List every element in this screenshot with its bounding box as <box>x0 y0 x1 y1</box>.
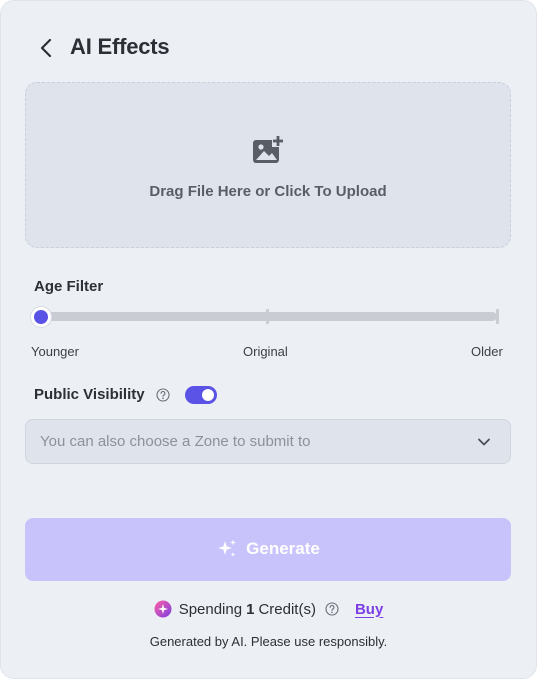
zone-select[interactable]: You can also choose a Zone to submit to <box>25 419 511 464</box>
tick-label-younger: Younger <box>31 344 79 359</box>
buy-link[interactable]: Buy <box>355 601 383 618</box>
tick-label-older: Older <box>471 344 503 359</box>
tick-label-original: Original <box>243 344 288 359</box>
slider-tick-older <box>496 309 499 324</box>
credit-coin-icon <box>154 600 172 618</box>
page-title: AI Effects <box>70 34 170 59</box>
sparkle-icon <box>218 539 237 557</box>
ai-effects-panel: AI Effects Drag File Here or Click To Up… <box>0 0 537 679</box>
chevron-down-icon <box>478 438 490 446</box>
credit-suffix: Credit(s) <box>258 600 316 618</box>
upload-dropzone[interactable]: Drag File Here or Click To Upload <box>25 82 511 248</box>
back-button[interactable] <box>37 37 57 59</box>
help-icon[interactable] <box>156 388 170 402</box>
add-image-icon <box>253 135 284 163</box>
generate-button[interactable]: Generate <box>25 518 511 581</box>
age-filter-slider[interactable] <box>31 307 501 327</box>
age-filter-label: Age Filter <box>34 278 104 295</box>
upload-instructions: Drag File Here or Click To Upload <box>149 183 387 200</box>
credit-amount: 1 <box>246 600 255 618</box>
public-visibility-label: Public Visibility <box>34 386 145 403</box>
credit-help-icon[interactable] <box>325 602 339 616</box>
toggle-knob <box>202 389 214 401</box>
public-visibility-toggle[interactable] <box>185 386 217 404</box>
generate-label: Generate <box>246 539 320 558</box>
slider-tick-original <box>266 309 269 324</box>
credit-row: Spending 1 Credit(s) Buy <box>1 600 536 618</box>
ai-disclaimer: Generated by AI. Please use responsibly. <box>149 634 388 649</box>
slider-thumb[interactable] <box>31 307 51 327</box>
zone-placeholder: You can also choose a Zone to submit to <box>40 433 311 450</box>
chevron-left-icon <box>40 38 52 58</box>
credit-prefix: Spending <box>178 600 243 618</box>
